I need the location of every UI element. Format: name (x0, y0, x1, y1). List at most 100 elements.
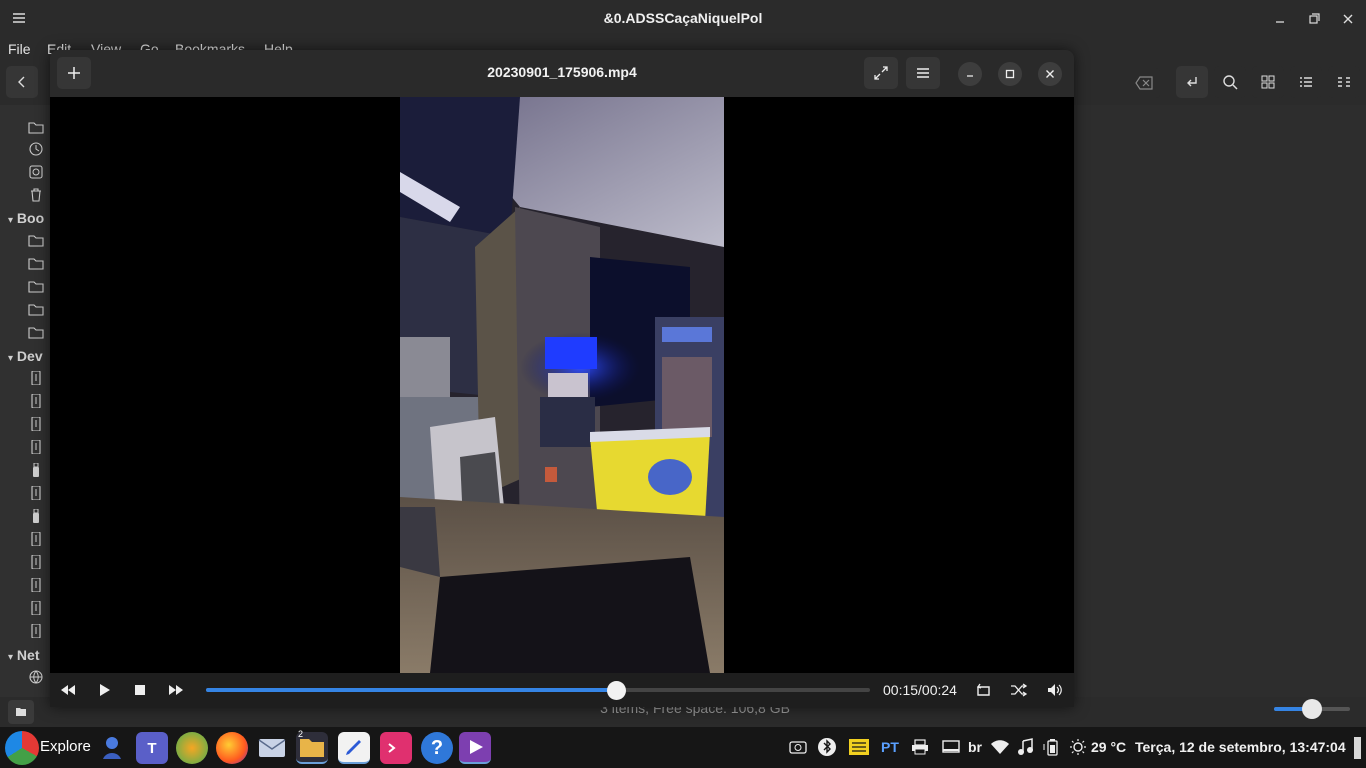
video-area[interactable] (50, 97, 1074, 673)
folder-icon[interactable] (28, 233, 44, 247)
usb-drive-icon[interactable] (28, 416, 44, 432)
location-field[interactable] (1075, 68, 1160, 98)
temperature[interactable]: 29 °C (1091, 736, 1126, 758)
explore-label[interactable]: Explore (40, 738, 91, 755)
usb-drive-icon[interactable] (28, 485, 44, 501)
minimize-icon[interactable] (1273, 12, 1287, 26)
zoom-slider-thumb[interactable] (1302, 699, 1322, 719)
notes-icon[interactable] (848, 736, 870, 758)
plus-icon (68, 67, 80, 79)
start-menu-icon[interactable] (5, 731, 39, 765)
seek-bar-thumb[interactable] (607, 681, 626, 700)
text-editor-icon[interactable] (338, 732, 370, 764)
fast-forward-button[interactable] (166, 681, 186, 699)
folder-icon[interactable] (28, 325, 44, 339)
weather-icon[interactable] (1069, 736, 1087, 758)
globe-icon[interactable] (28, 670, 44, 684)
folder-icon[interactable] (28, 279, 44, 293)
folder-icon[interactable] (28, 302, 44, 316)
printer-icon[interactable] (911, 736, 929, 758)
list-view-button[interactable] (1290, 66, 1322, 98)
network-heading[interactable]: ▾ Net (8, 647, 39, 663)
usb-drive-icon[interactable] (28, 531, 44, 547)
time-readout: 00:15/00:24 (883, 682, 957, 698)
repeat-button[interactable] (974, 681, 994, 699)
seek-bar-progress (206, 688, 616, 692)
terminal-icon[interactable] (380, 732, 412, 764)
search-button[interactable] (1214, 66, 1246, 98)
minimize-icon (967, 75, 973, 77)
wifi-icon[interactable] (990, 736, 1010, 758)
list-icon (1300, 77, 1312, 87)
teams-icon[interactable]: T (136, 732, 168, 764)
play-button[interactable] (94, 681, 114, 699)
video-player-window: 20230901_175906.mp4 00:15/00:24 (50, 50, 1074, 707)
close-window-icon[interactable] (1341, 12, 1355, 26)
compact-grid-icon (1338, 77, 1350, 87)
playback-controls: 00:15/00:24 (50, 673, 1074, 707)
music-icon[interactable] (1017, 736, 1033, 758)
player-close-button[interactable] (1038, 62, 1062, 86)
keyboard-badge[interactable]: PT (881, 736, 899, 758)
trash-icon[interactable] (28, 188, 44, 202)
player-menu-button[interactable] (906, 57, 940, 89)
files-window-count: 2 (298, 729, 304, 739)
places-toggle-button[interactable] (8, 700, 34, 724)
repeat-icon (976, 683, 990, 696)
compact-view-button[interactable] (1328, 66, 1360, 98)
video-frame-image (400, 97, 724, 673)
mail-icon[interactable] (256, 732, 288, 764)
usb-drive-icon[interactable] (28, 554, 44, 570)
volume-button[interactable] (1045, 681, 1065, 699)
folder-icon (16, 708, 26, 716)
grid-view-button[interactable] (1252, 66, 1284, 98)
restore-icon[interactable] (1307, 12, 1321, 26)
folder-icon[interactable] (28, 256, 44, 270)
video-player-icon[interactable] (459, 732, 491, 764)
volume-icon (1048, 684, 1062, 696)
chevron-left-icon (18, 76, 25, 88)
hamburger-menu-icon[interactable] (12, 11, 26, 25)
firefox-icon[interactable] (216, 732, 248, 764)
fullscreen-button[interactable] (864, 57, 898, 89)
file-manager-title: &0.ADSSCaçaNiquelPol (603, 10, 763, 26)
usb-stick-icon[interactable] (28, 462, 44, 477)
usb-drive-icon[interactable] (28, 623, 44, 639)
genie-icon[interactable] (96, 732, 128, 764)
usb-drive-icon[interactable] (28, 600, 44, 616)
path-toggle-button[interactable] (1176, 66, 1208, 98)
usb-drive-icon[interactable] (28, 370, 44, 386)
usb-drive-icon[interactable] (28, 393, 44, 409)
enter-arrow-icon (1187, 77, 1197, 87)
files-app-icon[interactable]: 2 (296, 729, 328, 764)
usb-stick-icon[interactable] (28, 508, 44, 523)
bookmarks-heading[interactable]: ▾ Boo (8, 210, 44, 226)
battery-icon[interactable] (1043, 736, 1061, 758)
usb-drive-icon[interactable] (28, 577, 44, 593)
usb-drive-icon[interactable] (28, 439, 44, 455)
screenshot-icon[interactable] (789, 736, 807, 758)
rewind-button[interactable] (58, 681, 78, 699)
keyboard-layout-label[interactable]: br (968, 736, 982, 758)
bluetooth-icon[interactable] (818, 736, 836, 758)
display-icon[interactable] (942, 736, 960, 758)
back-button[interactable] (6, 66, 38, 98)
devices-heading[interactable]: ▾ Dev (8, 348, 43, 364)
rewind-icon (61, 685, 75, 695)
player-minimize-button[interactable] (958, 62, 982, 86)
folder-icon[interactable] (28, 120, 44, 134)
places-sidebar: ▾ Boo ▾ Dev ▾ Net (0, 105, 50, 697)
recent-icon[interactable] (28, 142, 44, 156)
clock[interactable]: Terça, 12 de setembro, 13:47:04 (1135, 736, 1346, 758)
add-media-button[interactable] (57, 57, 91, 89)
stop-button[interactable] (130, 681, 150, 699)
show-desktop-button[interactable] (1354, 737, 1361, 759)
clear-text-icon[interactable] (1135, 76, 1153, 90)
drive-icon[interactable] (28, 165, 44, 179)
help-icon[interactable]: ? (421, 732, 453, 764)
menu-file[interactable]: File (8, 41, 31, 57)
browser-icon[interactable] (176, 732, 208, 764)
file-view[interactable] (1074, 105, 1366, 697)
shuffle-button[interactable] (1009, 681, 1029, 699)
player-maximize-button[interactable] (998, 62, 1022, 86)
